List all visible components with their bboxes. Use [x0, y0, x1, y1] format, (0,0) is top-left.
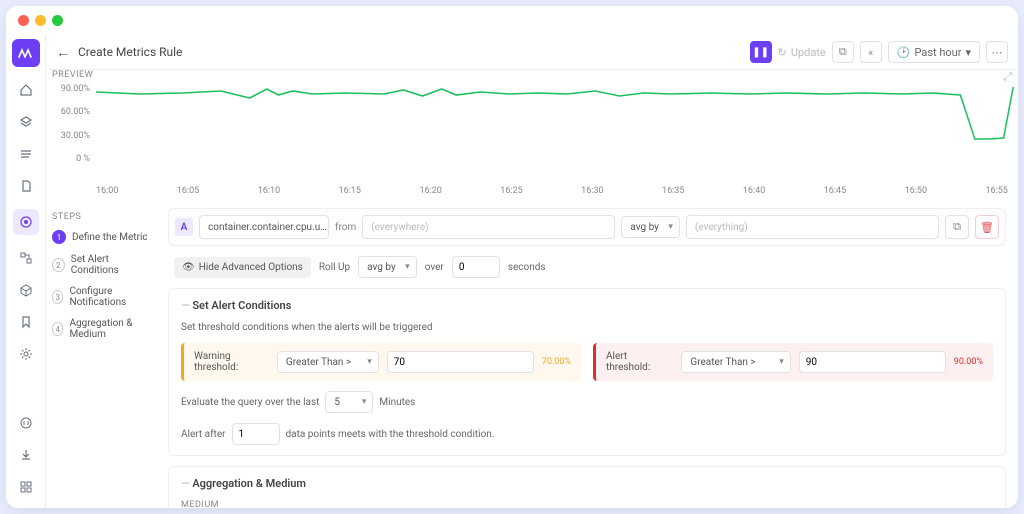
more-icon[interactable]: ⋯	[986, 41, 1008, 63]
metric-line-chart	[96, 84, 1018, 164]
rollup-over-input[interactable]	[452, 256, 500, 278]
section-subtitle: Set threshold conditions when the alerts…	[181, 322, 993, 333]
preview-label: PREVIEW	[52, 70, 93, 80]
steps-sidebar: STEPS 1Define the Metric 2Set Alert Cond…	[46, 202, 156, 508]
step-define-metric[interactable]: 1Define the Metric	[52, 230, 150, 244]
metric-query-row: A container.container.cpu.u… from (every…	[168, 208, 1006, 246]
gear-icon[interactable]	[17, 345, 35, 363]
pause-button[interactable]: ❚❚	[750, 41, 772, 63]
over-unit: seconds	[508, 262, 546, 273]
top-bar: ← Create Metrics Rule ❚❚ ↻ Update ⧉ « 🕑 …	[46, 35, 1018, 70]
warning-value-input[interactable]	[387, 351, 534, 373]
step-aggregation-medium[interactable]: 4Aggregation & Medium	[52, 318, 150, 340]
warning-pct: 70.00%	[542, 357, 571, 367]
metric-name-input[interactable]: container.container.cpu.u…	[199, 215, 329, 239]
expand-icon[interactable]: ⤢	[1003, 70, 1012, 84]
alerts-icon[interactable]	[13, 209, 39, 235]
y-tick: 0 %	[52, 154, 90, 164]
evaluate-value-select[interactable]: 5	[325, 391, 373, 413]
alert-value-input[interactable]	[799, 351, 946, 373]
after-value-input[interactable]	[232, 423, 280, 445]
update-button[interactable]: ↻ Update	[778, 46, 826, 59]
home-icon[interactable]	[17, 81, 35, 99]
y-tick: 90.00%	[52, 84, 90, 94]
alert-threshold-block: Alert threshold: Greater Than > 90.00%	[593, 343, 993, 381]
document-icon[interactable]	[17, 177, 35, 195]
after-suffix: data points meets with the threshold con…	[286, 429, 495, 440]
section-title-agg: Aggregation & Medium	[181, 477, 993, 490]
alert-conditions-section: Set Alert Conditions Set threshold condi…	[168, 288, 1006, 456]
warning-label: Warning threshold:	[194, 351, 269, 373]
advanced-options-row: 👁 Hide Advanced Options Roll Up avg by o…	[168, 256, 1006, 278]
rewind-icon[interactable]: «	[860, 41, 882, 63]
download-icon[interactable]	[17, 446, 35, 464]
aggregation-medium-section: Aggregation & Medium MEDIUM Email Slack✔…	[168, 466, 1006, 508]
rollup-method-select[interactable]: avg by	[358, 256, 417, 278]
warning-threshold-block: Warning threshold: Greater Than > 70.00%	[181, 343, 581, 381]
list-icon[interactable]	[17, 145, 35, 163]
step-configure-notifications[interactable]: 3Configure Notifications	[52, 286, 150, 308]
left-nav-rail	[6, 35, 46, 508]
after-prefix: Alert after	[181, 429, 226, 440]
from-scope-input[interactable]: (everywhere)	[362, 215, 615, 239]
grid-icon[interactable]	[17, 478, 35, 496]
steps-title: STEPS	[52, 212, 150, 222]
over-label: over	[425, 262, 444, 273]
copy-icon[interactable]: ⧉	[832, 41, 854, 63]
flow-icon[interactable]	[17, 249, 35, 267]
x-axis: 16:0016:0516:10 16:1516:2016:25 16:3016:…	[96, 186, 1008, 196]
window-controls	[6, 6, 1018, 35]
cube-icon[interactable]	[17, 281, 35, 299]
hide-advanced-button[interactable]: 👁 Hide Advanced Options	[174, 257, 311, 278]
page-title: Create Metrics Rule	[78, 45, 182, 59]
warning-op-select[interactable]: Greater Than >	[277, 351, 379, 373]
app-window: ← Create Metrics Rule ❚❚ ↻ Update ⧉ « 🕑 …	[6, 6, 1018, 508]
minimize-window-icon[interactable]	[35, 15, 46, 26]
query-badge: A	[175, 218, 193, 236]
maximize-window-icon[interactable]	[52, 15, 63, 26]
medium-label: MEDIUM	[181, 500, 993, 508]
rollup-label: Roll Up	[319, 262, 350, 273]
back-arrow-icon[interactable]: ←	[56, 44, 70, 61]
step-set-conditions[interactable]: 2Set Alert Conditions	[52, 254, 150, 276]
app-logo[interactable]	[12, 39, 40, 67]
preview-panel: PREVIEW ⤢ 90.00% 60.00% 30.00% 0 %	[46, 70, 1018, 202]
y-tick: 30.00%	[52, 131, 90, 141]
close-window-icon[interactable]	[18, 15, 29, 26]
duplicate-query-icon[interactable]: ⧉	[945, 215, 969, 239]
alert-label: Alert threshold:	[606, 351, 673, 373]
support-icon[interactable]	[17, 414, 35, 432]
alert-op-select[interactable]: Greater Than >	[681, 351, 790, 373]
section-title: Set Alert Conditions	[181, 299, 993, 312]
time-range-picker[interactable]: 🕑 Past hour ▾	[888, 41, 980, 63]
evaluate-unit: Minutes	[379, 397, 415, 408]
from-label: from	[335, 222, 356, 233]
avg-by-select[interactable]: avg by	[621, 216, 680, 238]
delete-query-icon[interactable]: 🗑	[975, 215, 999, 239]
layers-icon[interactable]	[17, 113, 35, 131]
y-tick: 60.00%	[52, 107, 90, 117]
avg-by-input[interactable]: (everything)	[686, 215, 939, 239]
alert-pct: 90.00%	[954, 357, 983, 367]
bookmark-icon[interactable]	[17, 313, 35, 331]
evaluate-prefix: Evaluate the query over the last	[181, 397, 319, 408]
